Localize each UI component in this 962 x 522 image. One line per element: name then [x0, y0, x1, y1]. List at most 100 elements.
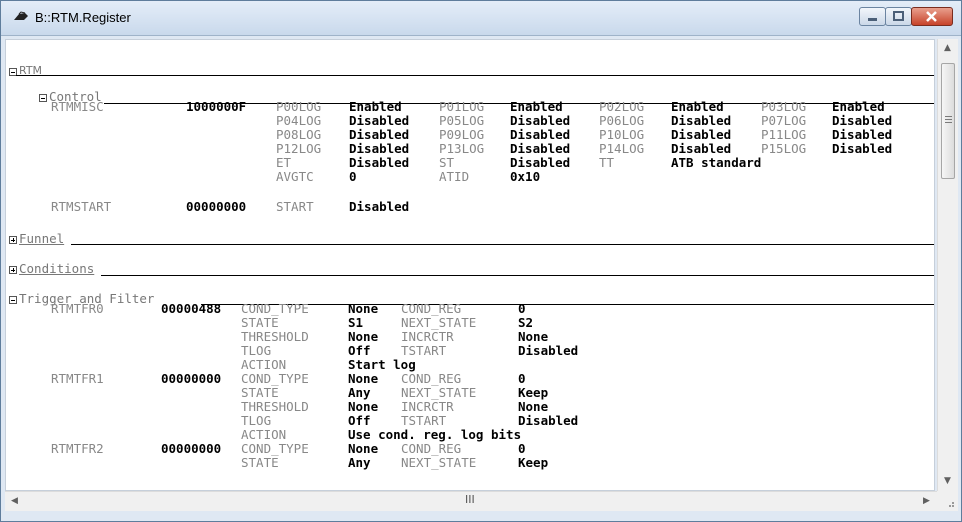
scroll-down-icon[interactable]: ▼	[944, 476, 951, 486]
rtm-chip-icon	[14, 11, 28, 20]
scroll-left-icon[interactable]: ◀	[11, 496, 18, 506]
field-label: P08LOG	[276, 127, 322, 142]
minimize-icon	[868, 18, 877, 21]
expand-conditions-icon[interactable]	[9, 266, 17, 274]
field-value[interactable]: Disabled	[832, 142, 892, 156]
field-value[interactable]: Enabled	[349, 100, 402, 114]
field-label: TSTART	[401, 343, 447, 358]
field-value[interactable]: Disabled	[510, 128, 570, 142]
field-value[interactable]: 0	[518, 302, 526, 316]
section-conditions[interactable]: Conditions	[19, 262, 94, 276]
field-label: ACTION	[241, 357, 287, 372]
field-label: AVGTC	[276, 169, 314, 184]
field-label: P05LOG	[439, 113, 485, 128]
field-value[interactable]: Disabled	[349, 128, 409, 142]
field-value[interactable]: 0	[518, 372, 526, 386]
register-name: RTMTFR2	[51, 441, 104, 456]
field-value[interactable]: Disabled	[671, 142, 731, 156]
field-value[interactable]: S1	[348, 316, 363, 330]
horizontal-scrollbar[interactable]: ◀ III ▶	[5, 491, 937, 511]
title-bar[interactable]: B::RTM.Register	[1, 1, 961, 36]
field-value[interactable]: None	[518, 330, 548, 344]
field-label: P10LOG	[599, 127, 645, 142]
field-value[interactable]: None	[348, 302, 378, 316]
field-value[interactable]: Start log	[348, 358, 416, 372]
window-bottom-border	[1, 511, 961, 521]
field-label: COND_TYPE	[241, 301, 309, 316]
register-name: RTMTFR1	[51, 371, 104, 386]
field-value[interactable]: 0x10	[510, 170, 540, 184]
field-value[interactable]: None	[348, 330, 378, 344]
scroll-up-icon[interactable]: ▲	[944, 43, 951, 53]
field-value[interactable]: Keep	[518, 456, 548, 470]
field-label: TSTART	[401, 413, 447, 428]
field-value[interactable]: Enabled	[510, 100, 563, 114]
register-value[interactable]: 00000488	[161, 302, 221, 316]
field-label: P04LOG	[276, 113, 322, 128]
field-label: NEXT_STATE	[401, 455, 477, 470]
field-label: TLOG	[241, 413, 272, 428]
vertical-scroll-thumb[interactable]	[941, 63, 955, 179]
register-value[interactable]: 00000000	[161, 442, 221, 456]
field-value[interactable]: S2	[518, 316, 533, 330]
field-value[interactable]: Off	[348, 344, 371, 358]
close-icon	[926, 11, 937, 22]
field-label: P00LOG	[276, 99, 322, 114]
field-value[interactable]: Disabled	[832, 128, 892, 142]
field-value[interactable]: Off	[348, 414, 371, 428]
collapse-trigger-icon[interactable]	[9, 296, 17, 304]
register-window: B::RTM.Register RTM Control RTMMISC 1000…	[0, 0, 962, 522]
field-value[interactable]: None	[518, 400, 548, 414]
field-label: NEXT_STATE	[401, 385, 477, 400]
field-value[interactable]: 0	[518, 442, 526, 456]
register-view[interactable]: RTM Control RTMMISC 1000000F P00LOG Enab…	[5, 39, 935, 491]
field-value[interactable]: Disabled	[518, 414, 578, 428]
resize-grip-icon[interactable]	[937, 491, 958, 511]
field-value[interactable]: Disabled	[671, 114, 731, 128]
field-value[interactable]: None	[348, 372, 378, 386]
vertical-scrollbar[interactable]: ▲ ▼	[937, 39, 958, 491]
field-value[interactable]: Disabled	[518, 344, 578, 358]
field-value[interactable]: None	[348, 400, 378, 414]
field-value[interactable]: Keep	[518, 386, 548, 400]
field-value[interactable]: Enabled	[671, 100, 724, 114]
field-value[interactable]: Disabled	[671, 128, 731, 142]
field-value[interactable]: Disabled	[349, 200, 409, 214]
field-value[interactable]: Disabled	[510, 114, 570, 128]
field-label: COND_TYPE	[241, 441, 309, 456]
expand-funnel-icon[interactable]	[9, 236, 17, 244]
maximize-button[interactable]	[885, 7, 912, 26]
field-value[interactable]: Disabled	[832, 114, 892, 128]
grip-line	[945, 116, 952, 117]
field-value[interactable]: ATB standard	[671, 156, 761, 170]
divider	[201, 304, 934, 305]
field-value[interactable]: 0	[349, 170, 357, 184]
register-value[interactable]: 00000000	[186, 200, 246, 214]
scroll-right-icon[interactable]: ▶	[923, 496, 930, 506]
field-label: COND_TYPE	[241, 371, 309, 386]
register-value[interactable]: 1000000F	[186, 100, 246, 114]
section-funnel[interactable]: Funnel	[19, 232, 64, 246]
divider	[71, 244, 934, 245]
register-value[interactable]: 00000000	[161, 372, 221, 386]
collapse-control-icon[interactable]	[39, 94, 47, 102]
field-value[interactable]: Disabled	[510, 156, 570, 170]
size-grip-dots-icon	[949, 502, 954, 507]
close-button[interactable]	[911, 7, 953, 26]
field-label: COND_REG	[401, 441, 462, 456]
field-value[interactable]: Disabled	[349, 114, 409, 128]
field-value[interactable]: Enabled	[832, 100, 885, 114]
field-label: P07LOG	[761, 113, 807, 128]
field-value[interactable]: Use cond. reg. log bits	[348, 428, 521, 442]
window-title: B::RTM.Register	[35, 10, 131, 25]
field-label: P12LOG	[276, 141, 322, 156]
field-value[interactable]: None	[348, 442, 378, 456]
field-value[interactable]: Disabled	[510, 142, 570, 156]
field-label: INCRCTR	[401, 329, 454, 344]
field-value[interactable]: Any	[348, 386, 371, 400]
minimize-button[interactable]	[859, 7, 886, 26]
horizontal-scroll-grip[interactable]: III	[465, 493, 475, 506]
field-value[interactable]: Any	[348, 456, 371, 470]
field-value[interactable]: Disabled	[349, 142, 409, 156]
field-value[interactable]: Disabled	[349, 156, 409, 170]
